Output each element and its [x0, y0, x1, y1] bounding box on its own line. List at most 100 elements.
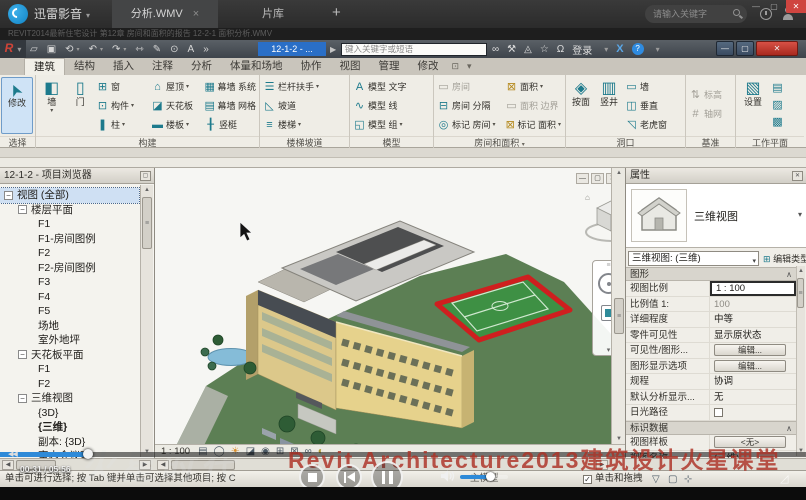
tree-item-exterior-grade[interactable]: 室外地坪: [0, 333, 139, 348]
tree-item-3d[interactable]: {3D}: [0, 406, 139, 421]
set-workplane-button[interactable]: ▧ 设置: [737, 77, 769, 134]
undo-button[interactable]: ↶: [89, 44, 97, 55]
open-button[interactable]: ▱: [30, 44, 38, 55]
scroll-left-icon[interactable]: ◀: [2, 460, 14, 470]
tag-area-button[interactable]: ⊠标记 面积▾: [503, 115, 563, 134]
player-maximize-button[interactable]: ▢: [766, 0, 782, 13]
floor-button[interactable]: ▬楼板▾: [149, 115, 202, 134]
revit-search-input[interactable]: [341, 43, 487, 56]
tab-manage[interactable]: 管理: [370, 58, 409, 75]
tab-view[interactable]: 视图: [331, 58, 370, 75]
scrollbar-thumb[interactable]: ≡: [797, 278, 804, 308]
curtain-grid-button[interactable]: ▤幕墙 网格: [202, 96, 258, 115]
tab-video-file[interactable]: 分析.WMV×: [112, 0, 218, 28]
panel-menu-icon[interactable]: ▢: [140, 171, 151, 181]
tree-item-ceiling-f2[interactable]: F2: [0, 377, 139, 392]
curtain-system-button[interactable]: ▦幕墙 系统: [202, 77, 258, 96]
wall-opening-button[interactable]: ▭墙: [623, 77, 681, 96]
tree-item-f1[interactable]: F1: [0, 217, 139, 232]
tab-media-library[interactable]: 片库: [228, 0, 318, 28]
grid-button[interactable]: #轴网: [687, 104, 733, 123]
view-minimize-button[interactable]: —: [576, 173, 589, 184]
player-app-name[interactable]: 迅雷影音▾: [34, 0, 90, 28]
scrollbar-thumb[interactable]: ≡: [614, 298, 624, 334]
tab-close-icon[interactable]: ×: [193, 8, 199, 20]
model-group-button[interactable]: ◱模型 组▾: [351, 115, 431, 134]
revit-app-button[interactable]: R▾: [0, 40, 26, 58]
group-label-build[interactable]: 构建: [36, 136, 259, 148]
tree-item-floor-plans[interactable]: −楼层平面: [0, 203, 139, 218]
chevron-down-icon[interactable]: ▾: [656, 45, 660, 54]
player-minimize-button[interactable]: —: [748, 0, 764, 13]
mullion-button[interactable]: ╂竖梃: [202, 115, 258, 134]
tag-room-button[interactable]: ◎标记 房间▾: [435, 115, 503, 134]
ceiling-button[interactable]: ◪天花板: [149, 96, 202, 115]
modify-button[interactable]: ➤ 修改: [1, 77, 33, 134]
model-line-button[interactable]: ∿模型 线: [351, 96, 431, 115]
favorites-star-icon[interactable]: ☆: [540, 44, 549, 55]
component-button[interactable]: ⊡构件▾: [94, 96, 149, 115]
panel-close-icon[interactable]: ✕: [792, 171, 803, 181]
player-logo-icon[interactable]: [8, 4, 28, 24]
search-icon[interactable]: [733, 9, 740, 16]
dormer-button[interactable]: ◹老虎窗: [623, 115, 681, 134]
sun-path-checkbox[interactable]: [714, 408, 723, 417]
save-button[interactable]: ▣: [47, 44, 56, 55]
signin-label[interactable]: 登录: [572, 42, 592, 57]
subscription-wrench-icon[interactable]: ⚒: [507, 44, 516, 55]
vertical-opening-button[interactable]: ◫垂直: [623, 96, 681, 115]
view-scale-value[interactable]: 1 : 100: [710, 281, 796, 296]
text-button[interactable]: A: [188, 44, 195, 55]
window-button[interactable]: ⊞窗: [94, 77, 149, 96]
collapse-icon[interactable]: −: [18, 205, 27, 214]
analysis-display-value[interactable]: 无: [710, 390, 796, 405]
tree-item-f2-room-legend[interactable]: F2-房间图例: [0, 261, 139, 276]
canvas-vertical-scrollbar[interactable]: ▲ ≡ ▼: [611, 168, 625, 444]
collapse-section-icon[interactable]: ∧: [786, 422, 792, 435]
level-button[interactable]: ⇅标高: [687, 85, 733, 104]
group-label-model[interactable]: 模型: [350, 136, 433, 148]
revit-close-button[interactable]: ✕: [756, 41, 798, 56]
new-tab-button[interactable]: +: [332, 0, 341, 28]
tree-item-f5[interactable]: F5: [0, 304, 139, 319]
tree-item-f3[interactable]: F3: [0, 275, 139, 290]
opening-by-face-button[interactable]: ◈ 按面: [567, 77, 595, 134]
workplane-viewer-button[interactable]: ▨: [769, 96, 791, 113]
view-restore-button[interactable]: ▢: [591, 173, 604, 184]
more-tools-button[interactable]: »: [203, 44, 209, 55]
wall-button[interactable]: ◧ 墙 ▾: [37, 77, 66, 134]
tree-item-ceiling-plans[interactable]: −天花板平面: [0, 348, 139, 363]
parts-visibility-value[interactable]: 显示原状态: [710, 328, 796, 343]
tab-architecture[interactable]: 建筑: [24, 58, 65, 75]
section-identity-data[interactable]: 标识数据∧: [626, 421, 796, 435]
chevron-down-icon[interactable]: ▾: [123, 46, 126, 53]
communication-center-icon[interactable]: ◬: [524, 44, 532, 55]
group-label-datum[interactable]: 基准: [686, 136, 735, 148]
collapse-icon[interactable]: −: [18, 350, 27, 359]
tree-item-site[interactable]: 场地: [0, 319, 139, 334]
measure-button[interactable]: ⇿: [135, 44, 143, 55]
search-binoculars-icon[interactable]: ∞: [492, 44, 499, 55]
tab-insert[interactable]: 插入: [104, 58, 143, 75]
group-label-room-area[interactable]: 房间和面积 ▾: [434, 136, 565, 148]
sync-button[interactable]: ⟲: [65, 44, 73, 55]
volume-icon[interactable]: [440, 469, 456, 483]
collapse-icon[interactable]: −: [4, 191, 13, 200]
player-search-input[interactable]: [653, 6, 727, 21]
chevron-down-icon[interactable]: ▾: [798, 210, 802, 219]
group-label-circulation[interactable]: 楼梯坡道: [260, 136, 349, 148]
tab-collaborate[interactable]: 协作: [292, 58, 331, 75]
edit-graphic-display-button[interactable]: 编辑...: [714, 360, 786, 372]
group-label-opening[interactable]: 洞口: [566, 136, 685, 148]
group-label-select[interactable]: 选择: [0, 136, 35, 148]
tab-analyze[interactable]: 分析: [182, 58, 221, 75]
detail-level-value[interactable]: 中等: [710, 312, 796, 327]
resize-corner-icon[interactable]: ◿: [780, 472, 788, 485]
stair-button[interactable]: ≡楼梯▾: [261, 115, 347, 134]
project-browser-scrollbar[interactable]: ▲ ≡ ▼: [140, 185, 153, 457]
checkbox-checked-icon[interactable]: ✓: [583, 475, 592, 484]
properties-scrollbar[interactable]: ▲ ≡ ▼: [796, 266, 805, 456]
chevron-down-icon[interactable]: ▾: [100, 46, 103, 53]
type-selector[interactable]: 三维视图 ▾: [626, 184, 806, 248]
title-expand-arrow-icon[interactable]: ▶: [330, 45, 336, 54]
